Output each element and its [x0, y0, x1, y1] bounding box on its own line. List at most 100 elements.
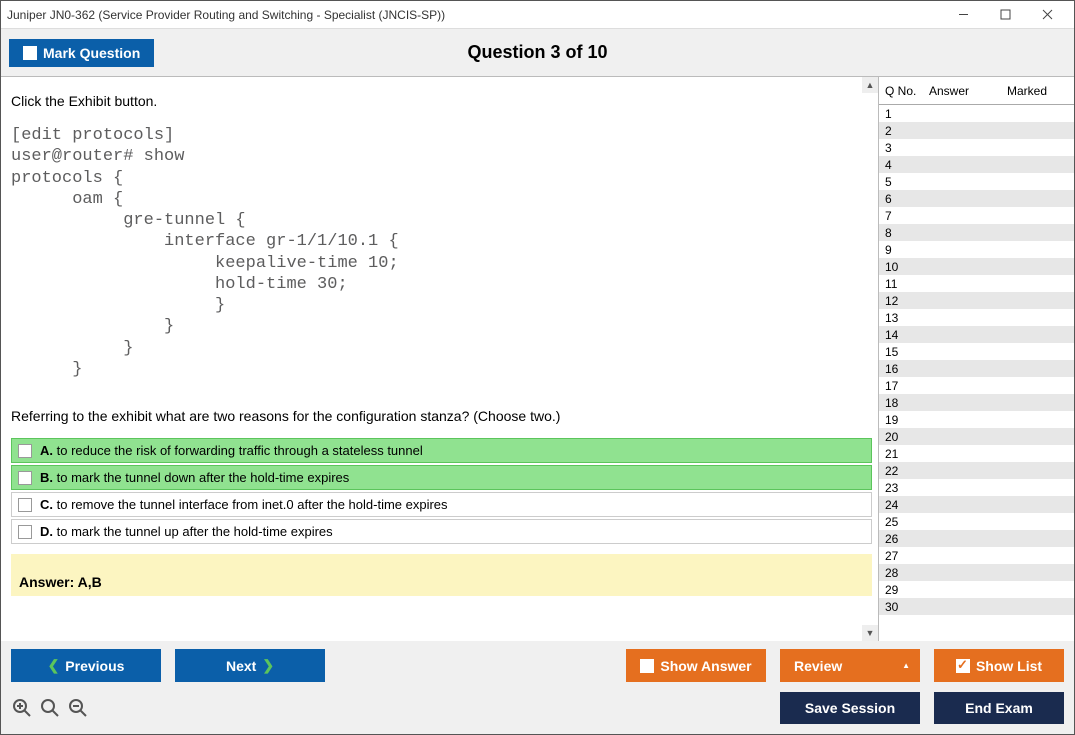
list-qno: 26: [879, 532, 929, 546]
list-row[interactable]: 19: [879, 411, 1074, 428]
end-exam-button[interactable]: End Exam: [934, 692, 1064, 724]
list-qno: 1: [879, 107, 929, 121]
list-row[interactable]: 1: [879, 105, 1074, 122]
show-list-checkbox-icon: [956, 659, 970, 673]
list-qno: 19: [879, 413, 929, 427]
zoom-controls: [11, 697, 89, 719]
option-text: C. to remove the tunnel interface from i…: [40, 497, 448, 512]
list-qno: 25: [879, 515, 929, 529]
list-row[interactable]: 18: [879, 394, 1074, 411]
list-row[interactable]: 26: [879, 530, 1074, 547]
option-B[interactable]: B. to mark the tunnel down after the hol…: [11, 465, 872, 490]
list-row[interactable]: 17: [879, 377, 1074, 394]
col-header-answer: Answer: [929, 84, 1007, 98]
chevron-right-icon: ❯: [262, 657, 274, 674]
list-qno: 12: [879, 294, 929, 308]
next-button[interactable]: Next ❯: [175, 649, 325, 682]
list-row[interactable]: 9: [879, 241, 1074, 258]
previous-button[interactable]: ❮ Previous: [11, 649, 161, 682]
zoom-reset-icon[interactable]: [11, 697, 33, 719]
question-scroll[interactable]: Click the Exhibit button. [edit protocol…: [1, 77, 878, 641]
list-row[interactable]: 4: [879, 156, 1074, 173]
option-D[interactable]: D. to mark the tunnel up after the hold-…: [11, 519, 872, 544]
list-qno: 15: [879, 345, 929, 359]
list-row[interactable]: 5: [879, 173, 1074, 190]
list-qno: 6: [879, 192, 929, 206]
option-C[interactable]: C. to remove the tunnel interface from i…: [11, 492, 872, 517]
chevron-up-icon: ▲: [902, 661, 910, 670]
list-qno: 21: [879, 447, 929, 461]
list-row[interactable]: 13: [879, 309, 1074, 326]
end-exam-label: End Exam: [965, 700, 1033, 716]
chevron-left-icon: ❮: [48, 657, 60, 674]
list-row[interactable]: 14: [879, 326, 1074, 343]
list-qno: 11: [879, 277, 929, 291]
question-list-panel: Q No. Answer Marked 12345678910111213141…: [878, 77, 1074, 641]
list-row[interactable]: 25: [879, 513, 1074, 530]
list-row[interactable]: 16: [879, 360, 1074, 377]
answer-value: A,B: [78, 574, 102, 590]
option-checkbox-icon[interactable]: [18, 525, 32, 539]
list-row[interactable]: 12: [879, 292, 1074, 309]
show-list-button[interactable]: Show List: [934, 649, 1064, 682]
list-row[interactable]: 15: [879, 343, 1074, 360]
answer-strip: Answer: A,B: [11, 554, 872, 596]
list-row[interactable]: 22: [879, 462, 1074, 479]
review-button[interactable]: Review ▲: [780, 649, 920, 682]
previous-label: Previous: [65, 658, 124, 674]
list-body[interactable]: 1234567891011121314151617181920212223242…: [879, 105, 1074, 641]
option-checkbox-icon[interactable]: [18, 444, 32, 458]
show-answer-checkbox-icon: [640, 659, 654, 673]
list-qno: 30: [879, 600, 929, 614]
list-row[interactable]: 30: [879, 598, 1074, 615]
close-icon[interactable]: [1026, 1, 1068, 28]
save-session-button[interactable]: Save Session: [780, 692, 920, 724]
list-row[interactable]: 7: [879, 207, 1074, 224]
option-checkbox-icon[interactable]: [18, 498, 32, 512]
list-qno: 28: [879, 566, 929, 580]
list-qno: 13: [879, 311, 929, 325]
list-qno: 9: [879, 243, 929, 257]
scroll-down-icon[interactable]: ▼: [862, 625, 878, 641]
app-window: Juniper JN0-362 (Service Provider Routin…: [0, 0, 1075, 735]
list-row[interactable]: 29: [879, 581, 1074, 598]
option-A[interactable]: A. to reduce the risk of forwarding traf…: [11, 438, 872, 463]
list-row[interactable]: 23: [879, 479, 1074, 496]
scroll-up-icon[interactable]: ▲: [862, 77, 878, 93]
minimize-icon[interactable]: [942, 1, 984, 28]
list-qno: 3: [879, 141, 929, 155]
list-row[interactable]: 10: [879, 258, 1074, 275]
options-list: A. to reduce the risk of forwarding traf…: [11, 438, 872, 544]
mark-checkbox-icon: [23, 46, 37, 60]
exhibit-code: [edit protocols] user@router# show proto…: [11, 125, 872, 380]
list-row[interactable]: 11: [879, 275, 1074, 292]
list-qno: 29: [879, 583, 929, 597]
mark-question-button[interactable]: Mark Question: [9, 39, 154, 67]
list-row[interactable]: 8: [879, 224, 1074, 241]
zoom-out-icon[interactable]: [67, 697, 89, 719]
list-row[interactable]: 2: [879, 122, 1074, 139]
list-row[interactable]: 3: [879, 139, 1074, 156]
list-qno: 23: [879, 481, 929, 495]
list-row[interactable]: 6: [879, 190, 1074, 207]
list-row[interactable]: 20: [879, 428, 1074, 445]
list-row[interactable]: 28: [879, 564, 1074, 581]
maximize-icon[interactable]: [984, 1, 1026, 28]
question-counter: Question 3 of 10: [467, 42, 607, 63]
mark-question-label: Mark Question: [43, 45, 140, 61]
show-answer-button[interactable]: Show Answer: [626, 649, 766, 682]
instruction-text: Click the Exhibit button.: [11, 93, 872, 109]
option-checkbox-icon[interactable]: [18, 471, 32, 485]
list-row[interactable]: 27: [879, 547, 1074, 564]
list-qno: 14: [879, 328, 929, 342]
list-qno: 22: [879, 464, 929, 478]
zoom-in-icon[interactable]: [39, 697, 61, 719]
list-qno: 24: [879, 498, 929, 512]
list-row[interactable]: 24: [879, 496, 1074, 513]
question-pane: Click the Exhibit button. [edit protocol…: [1, 77, 878, 641]
answer-label: Answer:: [19, 574, 74, 590]
list-qno: 17: [879, 379, 929, 393]
body: Click the Exhibit button. [edit protocol…: [1, 77, 1074, 641]
list-row[interactable]: 21: [879, 445, 1074, 462]
toolbar: Mark Question Question 3 of 10: [1, 29, 1074, 77]
